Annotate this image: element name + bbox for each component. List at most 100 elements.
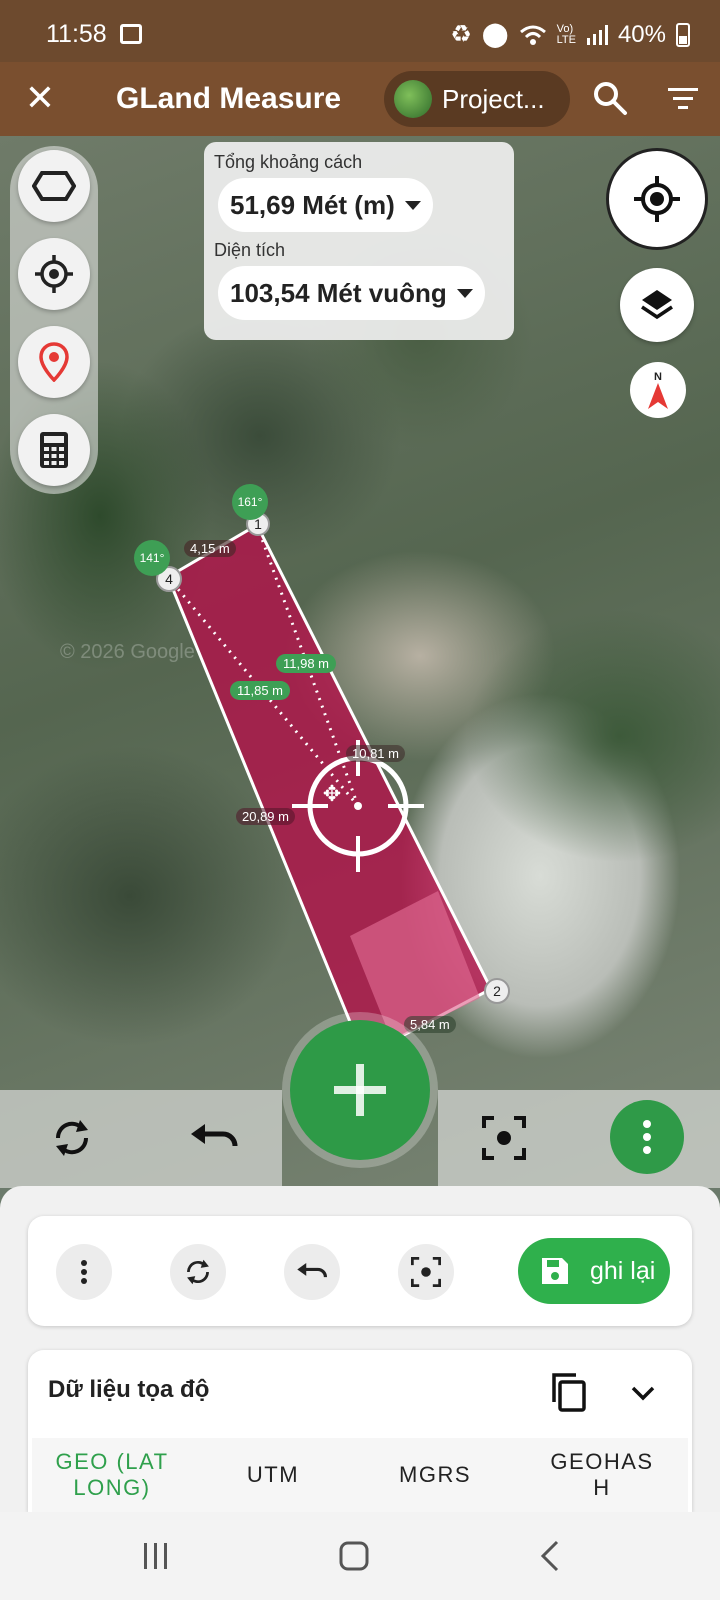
status-time: 11:58 [46, 20, 107, 48]
vertex-2[interactable]: 2 [484, 978, 510, 1004]
angle-label: 161° [237, 495, 263, 509]
wifi-icon [519, 25, 546, 45]
focus-icon [411, 1257, 441, 1287]
vertex-4-label: 4 [165, 571, 173, 587]
area-label: Diện tích [214, 240, 286, 260]
gps-icon [634, 176, 680, 222]
location-icon: ⬤ [481, 21, 509, 48]
chevron-down-icon[interactable] [628, 1378, 658, 1408]
compass-north-label: N [654, 371, 662, 383]
filter-icon[interactable] [668, 86, 698, 110]
layers-button[interactable] [620, 268, 694, 342]
save-icon [542, 1258, 568, 1284]
recents-icon [144, 1543, 167, 1569]
calculator-icon [40, 432, 68, 468]
back-button[interactable] [530, 1536, 570, 1576]
segment-label: 11,98 m [276, 654, 337, 673]
calculator-button[interactable] [18, 414, 90, 486]
more-options-button[interactable] [610, 1100, 684, 1174]
search-icon[interactable] [592, 80, 628, 116]
focus-button[interactable] [478, 1112, 530, 1164]
coordinate-tabs: GEO (LAT LONG) UTM MGRS GEOHASH [32, 1438, 688, 1512]
sheet-focus-button[interactable] [398, 1244, 454, 1300]
tab-geohash-label: GEOHASH [550, 1449, 654, 1500]
gallery-icon [120, 24, 142, 44]
save-label: ghi lại [590, 1256, 656, 1285]
compass-icon [648, 383, 668, 409]
segment-label: 10,81 m [346, 745, 405, 762]
undo-icon [297, 1263, 328, 1278]
recents-button[interactable] [136, 1536, 176, 1576]
system-nav-bar [0, 1512, 720, 1600]
refresh-icon [55, 1120, 89, 1156]
refresh-icon [187, 1259, 209, 1285]
app-bar: ✕ GLand Measure Project... [0, 62, 720, 136]
signal-icon [586, 24, 608, 45]
angle-badge: 141° [134, 540, 170, 576]
recycle-icon: ♻ [450, 21, 472, 48]
dropdown-caret-icon [456, 288, 473, 298]
segment-label: 20,89 m [236, 808, 295, 825]
project-label: Project... [442, 83, 545, 114]
distance-label: Tổng khoảng cách [214, 152, 363, 172]
map-tool-column [10, 146, 98, 494]
compass-button[interactable]: N [630, 362, 686, 418]
home-icon [339, 1541, 369, 1571]
gps-button[interactable] [606, 148, 708, 250]
map-watermark: © 2026 Google [60, 641, 195, 663]
volte-icon: Vo) LTE [556, 22, 576, 46]
tab-mgrs-label: MGRS [399, 1462, 471, 1487]
angle-badge: 161° [232, 484, 268, 520]
close-icon[interactable]: ✕ [20, 78, 60, 118]
battery-icon [676, 22, 690, 47]
project-thumbnail [394, 80, 432, 118]
polygon-tool-button[interactable] [18, 150, 90, 222]
more-icon [643, 1120, 651, 1154]
move-icon[interactable]: ✥ [323, 781, 341, 806]
action-card: ghi lại [28, 1216, 692, 1326]
sheet-undo-button[interactable] [284, 1244, 340, 1300]
undo-icon [191, 1124, 238, 1147]
segment-label: 11,85 m [230, 681, 291, 700]
measurement-card: Tổng khoảng cách 51,69 Mét (m) Diện tích… [204, 142, 514, 340]
app-title: GLand Measure [116, 82, 342, 115]
tab-geo-label: GEO (LAT LONG) [55, 1449, 169, 1500]
distance-value: 51,69 Mét (m) [230, 189, 395, 220]
coordinate-data-title: Dữ liệu tọa độ [48, 1376, 210, 1403]
status-bar: 11:58 ♻ ⬤ Vo) LTE 40% [0, 0, 720, 62]
segment-label: 5,84 m [404, 1016, 456, 1033]
distance-unit-dropdown[interactable]: 51,69 Mét (m) [218, 178, 433, 232]
home-button[interactable] [334, 1536, 374, 1576]
tab-geohash[interactable]: GEOHASH [516, 1438, 688, 1512]
area-value: 103,54 Mét vuông [230, 277, 447, 308]
location-pin-button[interactable] [18, 326, 90, 398]
sheet-refresh-button[interactable] [170, 1244, 226, 1300]
add-point-icon [334, 1064, 386, 1116]
tab-geo-lat-long[interactable]: GEO (LAT LONG) [32, 1438, 192, 1512]
battery-percent: 40% [617, 20, 666, 48]
crosshair-icon [35, 255, 73, 293]
tab-mgrs[interactable]: MGRS [354, 1438, 516, 1512]
angle-label: 141° [139, 551, 165, 565]
location-pin-icon [39, 342, 69, 382]
back-icon [540, 1540, 559, 1572]
crosshair-tool-button[interactable] [18, 238, 90, 310]
sheet-more-button[interactable] [56, 1244, 112, 1300]
copy-icon[interactable] [548, 1372, 588, 1412]
refresh-button[interactable] [46, 1112, 98, 1164]
dropdown-caret-icon [404, 200, 421, 210]
vertex-2-label: 2 [493, 983, 501, 999]
segment-label: 4,15 m [184, 540, 236, 557]
focus-icon [482, 1116, 526, 1160]
add-point-button[interactable] [290, 1020, 430, 1160]
undo-button[interactable] [188, 1112, 240, 1164]
tab-utm[interactable]: UTM [192, 1438, 354, 1512]
save-button[interactable]: ghi lại [518, 1238, 670, 1304]
status-icons: ♻ ⬤ Vo) LTE 40% [450, 20, 690, 49]
project-selector[interactable]: Project... [384, 71, 570, 127]
coordinate-data-card: Dữ liệu tọa độ GEO (LAT LONG) UTM MGRS G… [28, 1350, 692, 1512]
tab-utm-label: UTM [246, 1462, 300, 1487]
more-icon [81, 1260, 87, 1284]
area-unit-dropdown[interactable]: 103,54 Mét vuông [218, 266, 485, 320]
polygon-icon [32, 171, 76, 201]
